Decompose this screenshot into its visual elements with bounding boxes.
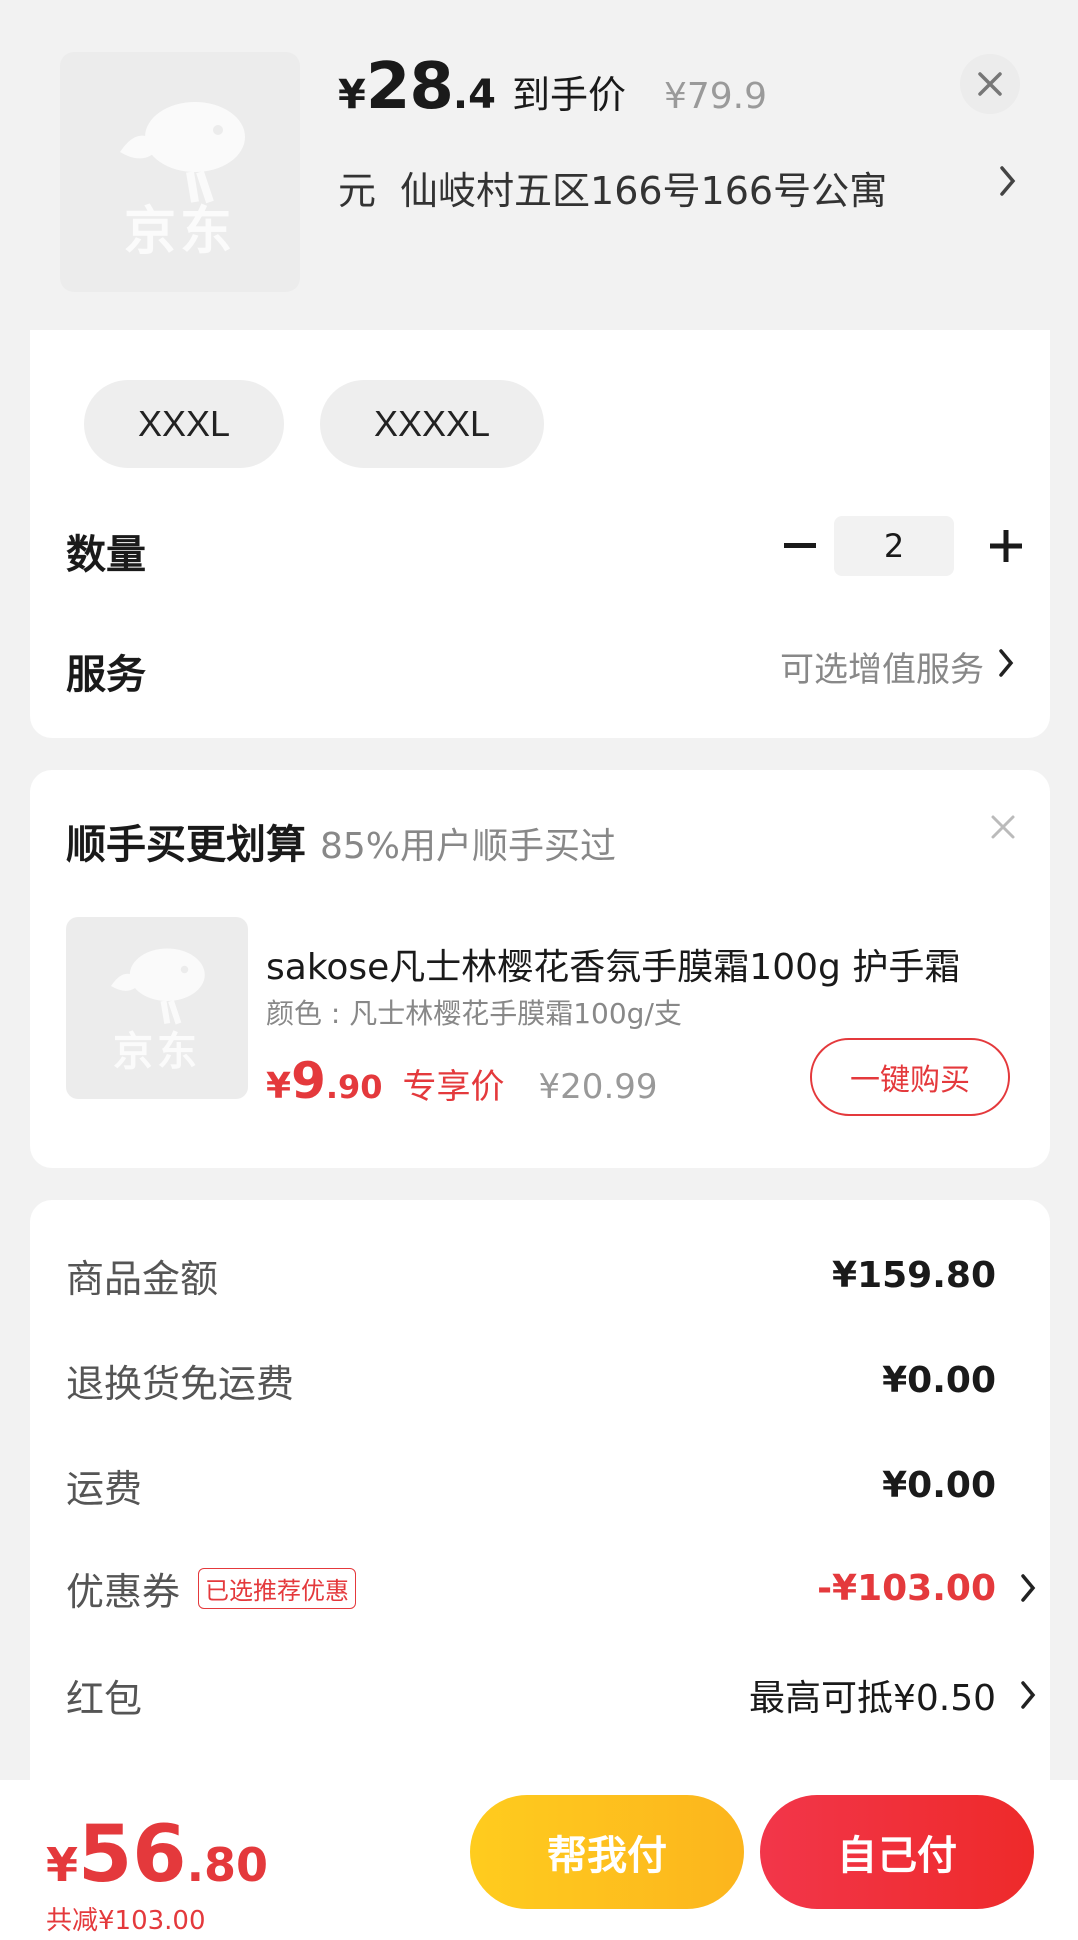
coupon-badge: 已选推荐优惠	[198, 1567, 357, 1609]
jd-logo-text: 京东	[113, 1029, 201, 1075]
price-integer: 28	[365, 50, 454, 124]
goods-amount-value: ¥159.80	[832, 1254, 996, 1296]
purchase-sheet: 京东 ¥ 28 .4 到手价 ¥79.9 元 仙岐村五区166号166号公寓 X…	[0, 0, 1078, 1940]
summary-row-goods: 商品金额 ¥159.80	[66, 1245, 1036, 1305]
redpack-label: 红包	[66, 1676, 143, 1721]
jd-dog-logo-icon	[111, 948, 205, 1025]
return-shipping-value: ¥0.00	[882, 1359, 996, 1401]
recommend-product-title[interactable]: sakose凡士林樱花香氛手膜霜100g 护手霜	[266, 938, 1026, 990]
recommend-card: 顺手买更划算 85%用户顺手买过 京东 sakose凡士林樱花香氛手膜霜100g…	[30, 770, 1050, 1168]
close-icon	[978, 72, 1002, 96]
recommend-header: 顺手买更划算 85%用户顺手买过	[66, 812, 616, 870]
summary-row-redpack[interactable]: 红包 最高可抵¥0.50	[66, 1665, 1036, 1725]
address-prefix: 元	[338, 169, 377, 213]
minus-icon	[784, 543, 816, 548]
chevron-right-icon	[1000, 166, 1016, 196]
sheet-header: 京东 ¥ 28 .4 到手价 ¥79.9 元 仙岐村五区166号166号公寓	[0, 0, 1078, 330]
product-thumbnail[interactable]: 京东	[60, 52, 300, 292]
recommend-subtitle: 85%用户顺手买过	[320, 826, 617, 867]
summary-row-coupon[interactable]: 优惠券 已选推荐优惠 -¥103.00	[66, 1558, 1036, 1618]
recommend-product-thumbnail[interactable]: 京东	[66, 917, 248, 1099]
quantity-increase-button[interactable]	[976, 516, 1036, 576]
coupon-value: -¥103.00	[817, 1567, 996, 1609]
original-price: ¥79.9	[663, 76, 768, 117]
shipping-value: ¥0.00	[882, 1464, 996, 1506]
recommend-title: 顺手买更划算	[66, 822, 306, 868]
recommend-price-tag: 专享价	[402, 1067, 505, 1107]
shipping-label: 运费	[66, 1466, 143, 1511]
plus-icon	[990, 530, 1022, 562]
recommend-product-spec: 颜色 : 凡士林樱花手膜霜100g/支	[266, 997, 682, 1030]
total-decimal: .80	[186, 1838, 269, 1892]
help-me-pay-button[interactable]: 帮我付	[470, 1795, 744, 1909]
total-currency: ¥	[46, 1838, 79, 1892]
total-saved: 共减¥103.00	[46, 1906, 206, 1936]
chevron-right-icon	[1021, 1681, 1036, 1709]
goods-amount-label: 商品金额	[66, 1256, 219, 1301]
size-option-xxxxl[interactable]: XXXXL	[320, 380, 544, 468]
service-selector[interactable]: 可选增值服务	[780, 642, 1014, 691]
total-integer: 56	[78, 1810, 187, 1900]
price-decimal: .4	[452, 72, 496, 118]
close-icon	[991, 815, 1015, 839]
recommend-price-decimal: .90	[325, 1068, 383, 1106]
redpack-value: 最高可抵¥0.50	[748, 1678, 996, 1719]
recommend-original-price: ¥20.99	[538, 1067, 658, 1107]
jd-logo-text: 京东	[123, 202, 236, 262]
quantity-decrease-button[interactable]	[770, 516, 830, 576]
total-price: ¥ 56 .80	[46, 1810, 268, 1900]
address-row[interactable]: 元 仙岐村五区166号166号公寓	[338, 160, 1018, 215]
price-tag: 到手价	[511, 73, 626, 117]
pay-myself-button[interactable]: 自己付	[760, 1795, 1034, 1909]
quantity-label: 数量	[66, 532, 146, 578]
close-button[interactable]	[960, 54, 1020, 114]
summary-row-shipping: 运费 ¥0.00	[66, 1455, 1036, 1515]
checkout-bar: ¥ 56 .80 共减¥103.00 帮我付 自己付	[0, 1780, 1078, 1940]
size-option-xxxl[interactable]: XXXL	[84, 380, 284, 468]
price-row: ¥ 28 .4 到手价 ¥79.9	[338, 50, 767, 130]
return-shipping-label: 退换货免运费	[66, 1361, 295, 1406]
service-value: 可选增值服务	[780, 650, 984, 690]
price-currency: ¥	[338, 72, 366, 118]
coupon-label: 优惠券	[66, 1569, 181, 1614]
chevron-right-icon	[999, 648, 1014, 677]
recommend-price-currency: ¥	[266, 1066, 292, 1107]
recommend-price-integer: 9	[291, 1052, 326, 1110]
recommend-close-button[interactable]	[990, 814, 1016, 844]
one-click-buy-button[interactable]: 一键购买	[810, 1038, 1010, 1116]
chevron-right-icon	[1021, 1574, 1036, 1602]
quantity-input[interactable]: 2	[834, 516, 954, 576]
address-text: 仙岐村五区166号166号公寓	[400, 169, 888, 213]
recommend-price: ¥ 9 .90 专享价 ¥20.99	[266, 1052, 658, 1110]
summary-row-return: 退换货免运费 ¥0.00	[66, 1350, 1036, 1410]
service-label: 服务	[66, 652, 146, 698]
